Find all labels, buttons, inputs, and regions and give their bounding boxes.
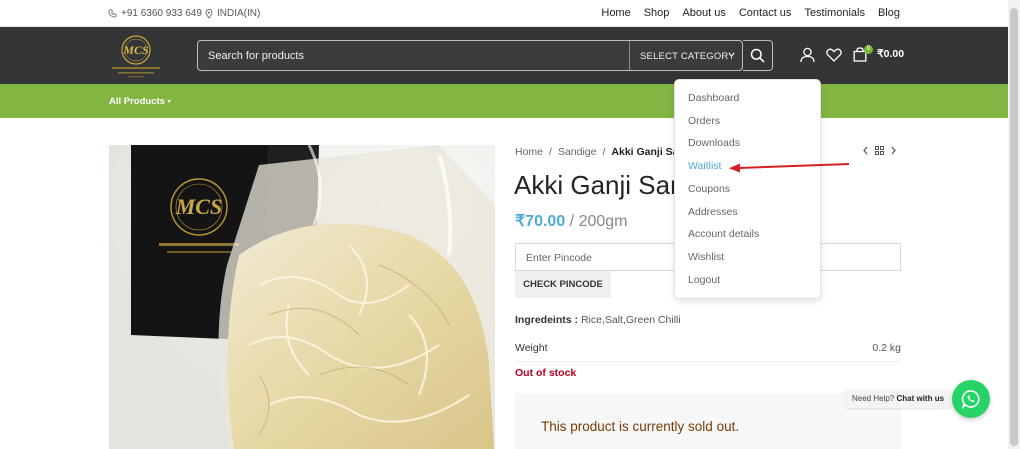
menu-item-wishlist[interactable]: Wishlist — [688, 251, 724, 263]
menu-item-waitlist[interactable]: Waitlist — [688, 160, 721, 172]
region-label: INDIA(IN) — [217, 8, 261, 19]
breadcrumb-category[interactable]: Sandige — [558, 146, 597, 158]
nav-blog[interactable]: Blog — [878, 7, 900, 19]
breadcrumb-separator: / — [602, 146, 606, 158]
chevron-down-icon — [728, 53, 735, 57]
all-products-label: All Products — [109, 96, 165, 107]
sold-out-notice: This product is currently sold out. — [515, 393, 901, 449]
caret-down-icon: ▾ — [167, 98, 171, 105]
breadcrumb-home[interactable]: Home — [515, 146, 543, 158]
nav-about-us[interactable]: About us — [682, 7, 725, 19]
nav-contact-us[interactable]: Contact us — [739, 7, 792, 19]
chevron-left-icon[interactable] — [862, 146, 869, 155]
scrollbar-thumb[interactable] — [1010, 8, 1018, 446]
category-navigation-bar: All Products ▾ — [0, 84, 1008, 118]
weight-row: Weight 0.2 kg — [515, 334, 901, 362]
product-image[interactable]: MCS — [109, 145, 495, 449]
cart-count-badge: 0 — [864, 45, 873, 54]
nav-shop[interactable]: Shop — [644, 7, 670, 19]
menu-item-logout[interactable]: Logout — [688, 274, 720, 286]
heart-icon — [826, 48, 842, 62]
logo-mark: MCS — [122, 43, 149, 57]
account-dropdown-menu: Dashboard Orders Downloads Waitlist Coup… — [674, 79, 821, 299]
cart-total[interactable]: ₹0.00 — [877, 48, 904, 60]
breadcrumb-separator: / — [549, 146, 552, 158]
nav-home[interactable]: Home — [601, 7, 630, 19]
check-pincode-button[interactable]: CHECK PINCODE — [515, 271, 611, 298]
wishlist-button[interactable] — [825, 46, 843, 64]
menu-item-downloads[interactable]: Downloads — [688, 137, 740, 149]
price-unit: / 200gm — [569, 213, 628, 230]
grid-icon[interactable] — [875, 146, 884, 155]
phone-contact[interactable]: +91 6360 933 649 — [108, 8, 202, 19]
search-input[interactable]: Search for products — [208, 50, 304, 62]
whatsapp-icon — [961, 390, 980, 409]
search-bar: Search for products SELECT CATEGORY — [197, 40, 743, 71]
chevron-right-icon[interactable] — [890, 146, 897, 155]
menu-item-account-details[interactable]: Account details — [688, 228, 759, 240]
chat-action-text: Chat with us — [896, 394, 945, 403]
page-scrollbar[interactable] — [1008, 0, 1020, 449]
site-logo[interactable]: MCS — [108, 31, 164, 81]
search-button[interactable] — [743, 40, 773, 71]
category-select-label: SELECT CATEGORY — [640, 51, 735, 62]
phone-number: +91 6360 933 649 — [121, 8, 202, 19]
category-select[interactable]: SELECT CATEGORY — [629, 41, 743, 70]
user-icon — [799, 47, 815, 63]
location-pin-icon — [205, 8, 213, 19]
menu-item-coupons[interactable]: Coupons — [688, 183, 730, 195]
product-price: ₹70.00 / 200gm — [515, 211, 627, 231]
region-selector[interactable]: INDIA(IN) — [205, 8, 260, 19]
box-logo-mark: MCS — [175, 194, 222, 219]
search-icon — [750, 48, 765, 63]
menu-item-addresses[interactable]: Addresses — [688, 206, 738, 218]
ingredients-label: Ingredeints : — [515, 314, 579, 326]
whatsapp-chat-button[interactable] — [952, 380, 990, 418]
price-amount: ₹70.00 — [515, 213, 566, 230]
product-navigation — [862, 146, 897, 155]
top-bar: +91 6360 933 649 INDIA(IN) Home Shop Abo… — [0, 0, 1008, 27]
weight-label: Weight — [515, 342, 548, 354]
weight-value: 0.2 kg — [872, 342, 901, 354]
chat-prompt[interactable]: Need Help? Chat with us — [845, 390, 952, 408]
site-header: MCS Search for products SELECT CATEGORY … — [0, 27, 1008, 84]
phone-icon — [108, 9, 117, 18]
nav-testimonials[interactable]: Testimonials — [804, 7, 865, 19]
annotation-arrow — [729, 163, 850, 173]
all-products-menu[interactable]: All Products ▾ — [109, 96, 171, 107]
ingredients-value: Rice,Salt,Green Chilli — [580, 314, 681, 326]
pincode-placeholder: Enter Pincode — [526, 252, 592, 264]
stock-status: Out of stock — [515, 367, 577, 379]
top-navigation: Home Shop About us Contact us Testimonia… — [601, 7, 900, 19]
menu-item-orders[interactable]: Orders — [688, 115, 720, 127]
chat-prompt-text: Need Help? — [852, 394, 895, 403]
ingredients: Ingredeints : Rice,Salt,Green Chilli — [515, 314, 681, 326]
sold-out-message: This product is currently sold out. — [541, 419, 740, 434]
menu-item-dashboard[interactable]: Dashboard — [688, 92, 739, 104]
account-button[interactable] — [798, 46, 816, 64]
